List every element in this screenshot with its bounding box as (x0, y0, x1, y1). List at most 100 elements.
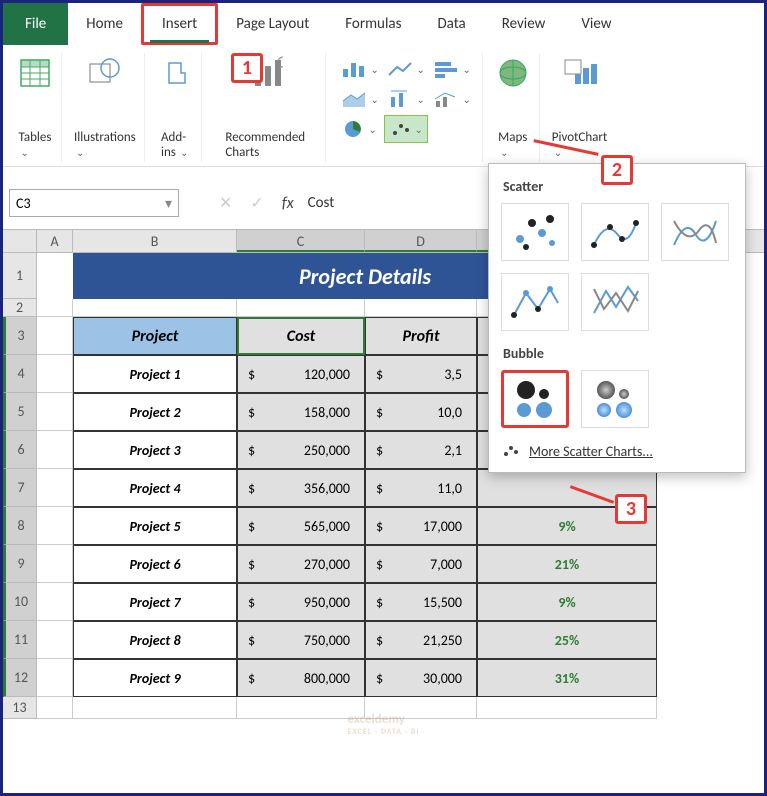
header-project[interactable]: Project (73, 317, 237, 355)
row-header-1[interactable]: 1 (3, 253, 37, 299)
chart-scatter-button[interactable]: ⌄ (384, 115, 428, 143)
more-scatter-charts-link[interactable]: More Scatter Charts... (501, 442, 733, 460)
cell-profit[interactable]: $21,250 (365, 621, 477, 659)
row-header-4[interactable]: 4 (3, 355, 37, 393)
cell-project[interactable]: Project 5 (73, 507, 237, 545)
scatter-option-markers[interactable] (501, 203, 569, 261)
cell[interactable] (37, 393, 73, 431)
cell-profit[interactable]: $3,5 (365, 355, 477, 393)
cell-project[interactable]: Project 9 (73, 659, 237, 697)
ribbon-group-illustrations[interactable]: Illustrations⌄ (66, 53, 145, 162)
cell-project[interactable]: Project 2 (73, 393, 237, 431)
formula-bar[interactable]: Cost (308, 194, 335, 212)
cell[interactable] (365, 697, 477, 719)
cell-cost[interactable]: $356,000 (237, 469, 365, 507)
chart-pie-button[interactable]: ⌄ (338, 115, 382, 143)
cell[interactable] (365, 299, 477, 317)
cell-project[interactable]: Project 7 (73, 583, 237, 621)
cell-cost[interactable]: $270,000 (237, 545, 365, 583)
cell-profit[interactable]: $30,000 (365, 659, 477, 697)
row-header-13[interactable]: 13 (3, 697, 37, 719)
chart-area-button[interactable]: ⌄ (338, 85, 382, 113)
cell[interactable] (37, 621, 73, 659)
row-header-8[interactable]: 8 (3, 507, 37, 545)
row-header-12[interactable]: 12 (3, 659, 37, 697)
cell-project[interactable]: Project 4 (73, 469, 237, 507)
chart-stock-button[interactable]: ⌄ (384, 85, 428, 113)
cell[interactable] (477, 697, 657, 719)
cell-project[interactable]: Project 3 (73, 431, 237, 469)
row-header-7[interactable]: 7 (3, 469, 37, 507)
cell[interactable] (37, 317, 73, 355)
chart-line-button[interactable]: ⌄ (384, 55, 428, 83)
cell-cost[interactable]: $120,000 (237, 355, 365, 393)
cell-profit[interactable]: $17,000 (365, 507, 477, 545)
chart-column-button[interactable]: ⌄ (338, 55, 382, 83)
chart-combo-button[interactable]: ⌄ (430, 85, 474, 113)
cell[interactable] (237, 299, 365, 317)
cell-project[interactable]: Project 1 (73, 355, 237, 393)
cell[interactable] (73, 299, 237, 317)
cell[interactable] (37, 253, 73, 299)
cell[interactable] (37, 469, 73, 507)
select-all-corner[interactable] (3, 230, 37, 252)
ribbon-group-rec-charts[interactable]: Recommended Charts (206, 53, 326, 162)
ribbon-group-addins[interactable]: Add- ins ⌄ (149, 53, 202, 162)
cell[interactable] (37, 431, 73, 469)
tab-view[interactable]: View (563, 3, 629, 45)
header-cost[interactable]: Cost (237, 317, 365, 355)
cell[interactable] (37, 299, 73, 317)
row-header-6[interactable]: 6 (3, 431, 37, 469)
accept-formula-icon[interactable]: ✓ (250, 193, 263, 213)
row-header-11[interactable]: 11 (3, 621, 37, 659)
cell[interactable] (73, 697, 237, 719)
header-profit[interactable]: Profit (365, 317, 477, 355)
tab-review[interactable]: Review (484, 3, 564, 45)
cell-profit[interactable]: $2,1 (365, 431, 477, 469)
cell-profit[interactable]: $11,0 (365, 469, 477, 507)
bubble-option-2d[interactable] (501, 370, 569, 428)
fx-icon[interactable]: fx (282, 194, 294, 213)
cell-pct[interactable]: 31% (477, 659, 657, 697)
scatter-option-smooth-lines-markers[interactable] (581, 203, 649, 261)
cell-pct[interactable]: 9% (477, 583, 657, 621)
cell[interactable] (37, 355, 73, 393)
scatter-option-straight-lines[interactable] (581, 273, 649, 331)
row-header-9[interactable]: 9 (3, 545, 37, 583)
bubble-option-3d[interactable] (581, 370, 649, 428)
row-header-2[interactable]: 2 (3, 299, 37, 317)
tab-home[interactable]: Home (68, 3, 141, 45)
tab-file[interactable]: File (3, 3, 68, 45)
tab-data[interactable]: Data (419, 3, 483, 45)
tab-insert[interactable]: Insert (141, 3, 218, 45)
cell[interactable] (37, 545, 73, 583)
col-header-c[interactable]: C (237, 230, 365, 252)
cell-cost[interactable]: $950,000 (237, 583, 365, 621)
col-header-a[interactable]: A (37, 230, 73, 252)
cell-cost[interactable]: $750,000 (237, 621, 365, 659)
cell-cost[interactable]: $250,000 (237, 431, 365, 469)
cell-project[interactable]: Project 6 (73, 545, 237, 583)
cancel-formula-icon[interactable]: ✕ (219, 193, 232, 213)
ribbon-group-tables[interactable]: Tables⌄ (9, 53, 62, 162)
row-header-5[interactable]: 5 (3, 393, 37, 431)
scatter-option-straight-lines-markers[interactable] (501, 273, 569, 331)
cell-profit[interactable]: $7,000 (365, 545, 477, 583)
row-header-10[interactable]: 10 (3, 583, 37, 621)
col-header-d[interactable]: D (365, 230, 477, 252)
cell[interactable] (37, 659, 73, 697)
cell[interactable] (37, 507, 73, 545)
cell[interactable] (37, 583, 73, 621)
chart-bar-button[interactable]: ⌄ (430, 55, 474, 83)
cell[interactable] (37, 697, 73, 719)
ribbon-group-maps[interactable]: Maps⌄ (487, 53, 540, 162)
scatter-option-smooth-lines[interactable] (661, 203, 729, 261)
cell-pct[interactable]: 21% (477, 545, 657, 583)
col-header-b[interactable]: B (73, 230, 237, 252)
cell-profit[interactable]: $10,0 (365, 393, 477, 431)
name-box[interactable]: C3 ▾ (9, 189, 179, 217)
cell-pct[interactable]: 25% (477, 621, 657, 659)
cell-cost[interactable]: $158,000 (237, 393, 365, 431)
cell-cost[interactable]: $800,000 (237, 659, 365, 697)
row-header-3[interactable]: 3 (3, 317, 37, 355)
